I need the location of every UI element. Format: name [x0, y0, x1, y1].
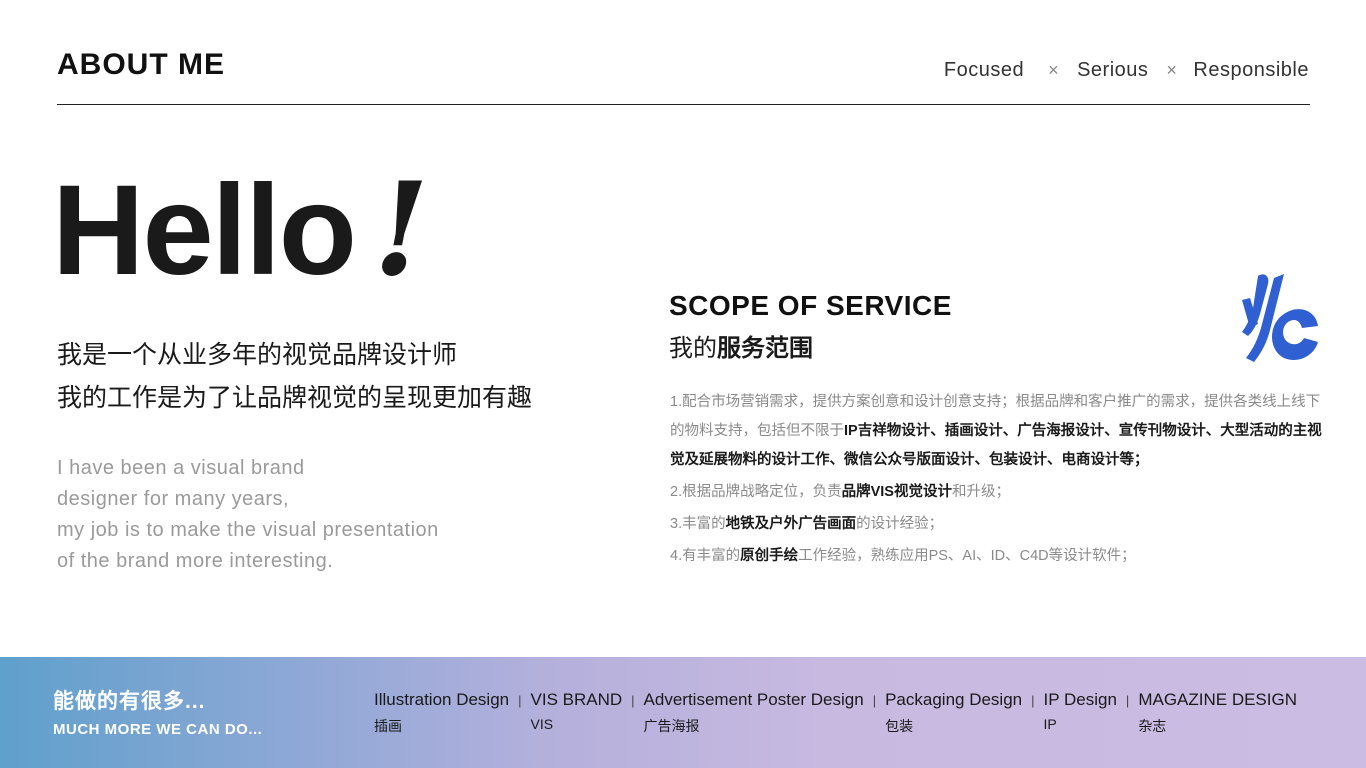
- header-divider: [57, 104, 1310, 105]
- category-divider: |: [518, 693, 522, 708]
- category-divider: |: [1125, 693, 1130, 708]
- category-magazine: MAGAZINE DESIGN 杂志: [1138, 690, 1297, 736]
- service-text: 2.根据品牌战略定位，负责: [670, 484, 842, 500]
- category-en: VIS BRAND: [530, 690, 623, 709]
- intro-en-line: I have been a visual brand: [57, 457, 305, 479]
- separator-cross-icon: ×: [1166, 60, 1178, 80]
- intro-en-line: designer for many years,: [57, 488, 290, 510]
- hello-heading: Hello!: [52, 166, 429, 295]
- service-item: 2.根据品牌战略定位，负责品牌VIS视觉设计和升级；: [670, 478, 1325, 507]
- category-cn: 包装: [885, 718, 914, 734]
- category-cn: 广告海报: [643, 718, 700, 734]
- service-highlight: 地铁及户外广告画面: [725, 516, 857, 532]
- scope-cn-bold: 服务范围: [717, 335, 813, 362]
- category-en: IP Design: [1043, 690, 1117, 709]
- brand-monogram-icon: [1242, 274, 1318, 362]
- category-vis-brand: VIS BRAND VIS: [531, 690, 623, 732]
- scope-of-service-title: SCOPE OF SERVICE: [669, 290, 952, 321]
- category-poster: Advertisement Poster Design 广告海报: [644, 690, 864, 736]
- footer-cn-title: 能做的有很多...: [53, 690, 206, 713]
- category-en: Illustration Design: [374, 690, 510, 709]
- tag-focused: Focused: [943, 59, 1025, 81]
- intro-en-line: of the brand more interesting.: [57, 550, 334, 572]
- service-list: 1.配合市场营销需求，提供方案创意和设计创意支持；根据品牌和客户推广的需求，提供…: [670, 388, 1325, 574]
- scope-chinese-title: 我的服务范围: [669, 328, 813, 363]
- category-cn: 杂志: [1138, 718, 1167, 734]
- service-item: 3.丰富的地铁及户外广告画面的设计经验；: [670, 510, 1325, 539]
- separator-cross-icon: ×: [1048, 60, 1060, 80]
- category-divider: |: [1031, 693, 1035, 708]
- category-en: MAGAZINE DESIGN: [1138, 690, 1297, 709]
- service-text: 3.丰富的: [670, 516, 726, 532]
- category-list: Illustration Design 插画 | VIS BRAND VIS | A…: [374, 690, 1297, 736]
- footer-en-title: MUCH MORE WE CAN DO...: [53, 721, 263, 738]
- service-text: 的设计经验；: [856, 516, 944, 532]
- category-en: Packaging Design: [885, 690, 1023, 709]
- category-packaging: Packaging Design 包装: [885, 690, 1022, 736]
- category-divider: |: [631, 693, 635, 708]
- category-ip: IP Design IP: [1044, 690, 1117, 732]
- intro-cn-line: 我是一个从业多年的视觉品牌设计师: [57, 341, 458, 369]
- intro-en-line: my job is to make the visual presentatio…: [57, 519, 439, 541]
- service-item: 1.配合市场营销需求，提供方案创意和设计创意支持；根据品牌和客户推广的需求，提供…: [670, 388, 1325, 475]
- category-cn: IP: [1043, 716, 1057, 732]
- scope-cn-prefix: 我的: [669, 335, 717, 362]
- tag-responsible: Responsible: [1193, 59, 1309, 81]
- hello-word: Hello: [52, 159, 357, 302]
- category-cn: 插画: [374, 718, 402, 734]
- intro-chinese: 我是一个从业多年的视觉品牌设计师 我的工作是为了让品牌视觉的呈现更加有趣: [57, 334, 532, 420]
- footer-banner: 能做的有很多... MUCH MORE WE CAN DO... Illustr…: [0, 657, 1366, 768]
- service-text: 和升级；: [951, 484, 1010, 500]
- service-text: 4.有丰富的: [670, 548, 741, 564]
- category-en: Advertisement Poster Design: [643, 690, 864, 709]
- service-highlight: 原创手绘: [740, 548, 799, 564]
- tag-serious: Serious: [1077, 59, 1149, 81]
- category-illustration: Illustration Design 插画: [374, 690, 509, 736]
- intro-cn-line: 我的工作是为了让品牌视觉的呈现更加有趣: [57, 384, 533, 412]
- service-text: 工作经验，熟练应用PS、AI、ID、C4D等设计软件；: [798, 548, 1136, 564]
- category-divider: |: [872, 693, 877, 708]
- service-highlight: 品牌VIS视觉设计: [841, 484, 952, 500]
- service-item: 4.有丰富的原创手绘工作经验，熟练应用PS、AI、ID、C4D等设计软件；: [670, 542, 1325, 571]
- about-me-title: ABOUT ME: [57, 48, 225, 81]
- hello-exclamation: !: [372, 155, 429, 305]
- tagline: Focused × Serious × Responsible: [944, 59, 1309, 82]
- intro-english: I have been a visual brand designer for …: [57, 453, 439, 577]
- category-cn: VIS: [530, 716, 554, 732]
